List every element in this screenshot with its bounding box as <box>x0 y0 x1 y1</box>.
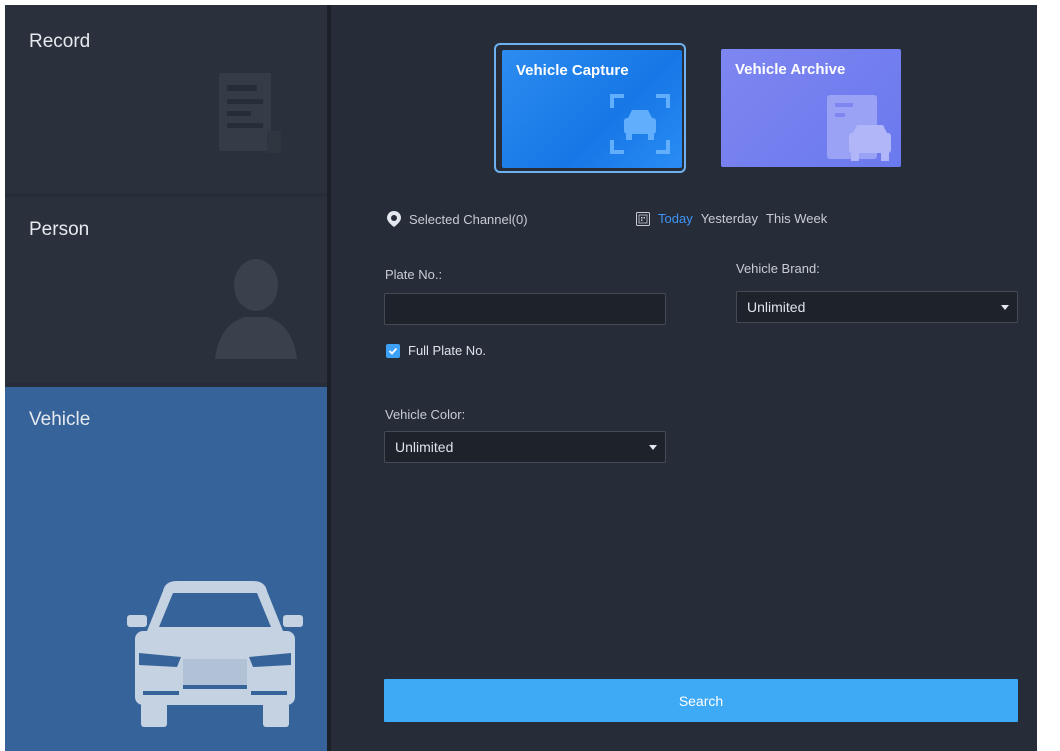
vehicle-color-select[interactable]: Unlimited <box>384 431 666 463</box>
date-option-this-week[interactable]: This Week <box>766 211 827 226</box>
checkmark-icon <box>388 347 398 355</box>
person-icon <box>215 259 297 359</box>
category-vehicle[interactable]: Vehicle <box>5 387 327 751</box>
mode-capture-selection-frame: Vehicle Capture <box>494 43 686 173</box>
app-window: Record Person Vehicle Vehicle Capture Ve… <box>5 5 1037 751</box>
search-panel: Vehicle Capture Vehicle Archive Selected… <box>331 5 1037 751</box>
archive-car-icon <box>827 95 891 161</box>
category-record-label: Record <box>29 31 91 52</box>
search-button[interactable]: Search <box>384 679 1018 722</box>
chevron-down-icon <box>649 445 657 450</box>
mode-archive-title: Vehicle Archive <box>735 61 846 78</box>
location-pin-icon <box>387 211 401 227</box>
vehicle-color-label: Vehicle Color: <box>385 407 466 422</box>
document-icon <box>219 73 281 153</box>
selected-channel-label: Selected Channel(0) <box>409 211 528 227</box>
chevron-down-icon <box>1001 305 1009 310</box>
vehicle-brand-value: Unlimited <box>747 299 806 315</box>
full-plate-checkbox-row[interactable]: Full Plate No. <box>386 343 486 358</box>
mode-vehicle-archive-card[interactable]: Vehicle Archive <box>721 49 901 167</box>
date-option-today[interactable]: Today <box>658 211 693 226</box>
plate-number-input[interactable] <box>384 293 666 325</box>
selected-channel-control[interactable]: Selected Channel(0) <box>387 211 528 227</box>
full-plate-checkbox[interactable] <box>386 343 400 358</box>
capture-scan-car-icon <box>610 94 670 154</box>
mode-capture-title: Vehicle Capture <box>516 62 629 79</box>
vehicle-color-value: Unlimited <box>395 439 454 455</box>
date-range-selector: Today Yesterday This Week <box>636 211 827 226</box>
car-icon <box>127 581 303 727</box>
category-record[interactable]: Record <box>5 5 327 193</box>
category-vehicle-label: Vehicle <box>29 409 91 430</box>
category-person-label: Person <box>29 219 90 240</box>
date-option-yesterday[interactable]: Yesterday <box>701 211 758 226</box>
category-person[interactable]: Person <box>5 197 327 383</box>
mode-vehicle-capture-card[interactable]: Vehicle Capture <box>502 50 682 168</box>
full-plate-label: Full Plate No. <box>408 343 487 358</box>
calendar-icon[interactable] <box>636 211 650 226</box>
plate-number-label: Plate No.: <box>385 267 443 282</box>
vehicle-brand-label: Vehicle Brand: <box>736 261 820 276</box>
vehicle-brand-select[interactable]: Unlimited <box>736 291 1018 323</box>
